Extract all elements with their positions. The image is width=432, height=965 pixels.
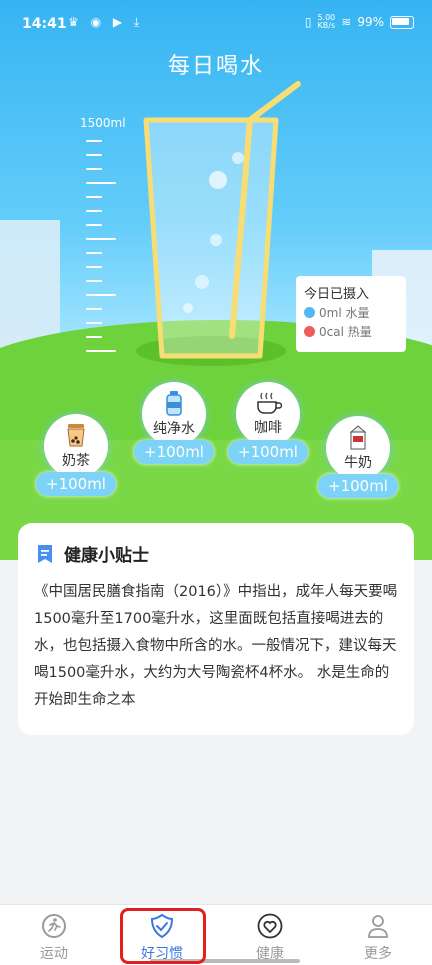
- vibrate-icon: ▯: [304, 15, 312, 29]
- drink-label: 奶茶: [61, 453, 90, 469]
- drink-label: 牛奶: [343, 455, 372, 471]
- intake-summary-card: 今日已摄入 0ml 水量 0cal 热量: [296, 276, 406, 352]
- drink-label: 纯净水: [152, 421, 195, 437]
- active-tab-highlight-box: [120, 908, 206, 964]
- status-bar: 14:41 ♛ ◉ ▶ ⤓ ▯ 5.00 KB/s ≋ 99%: [0, 0, 432, 50]
- add-pure-water-button[interactable]: +100ml: [134, 440, 214, 464]
- tab-health[interactable]: 健康: [230, 913, 310, 963]
- health-tips-card: 健康小贴士 《中国居民膳食指南（2016）》中指出，成年人每天要喝1500毫升至…: [18, 523, 414, 735]
- coffee-icon: [257, 392, 282, 414]
- calorie-dot-icon: [304, 326, 315, 337]
- milk-carton-icon: [349, 425, 367, 450]
- water-bottle-icon: [166, 391, 182, 416]
- tab-label: 运动: [40, 946, 68, 962]
- hero-section: 14:41 ♛ ◉ ▶ ⤓ ▯ 5.00 KB/s ≋ 99% 每日喝水 150…: [0, 0, 432, 560]
- bottom-tab-bar: 运动 好习惯 健康 更多: [0, 904, 432, 965]
- wifi-icon: ≋: [341, 15, 352, 29]
- running-icon: [42, 914, 66, 938]
- add-milk-tea-button[interactable]: +100ml: [36, 472, 116, 496]
- water-intake-value: 0ml 水量: [319, 306, 370, 320]
- net-speed: 5.00 KB/s: [317, 13, 336, 30]
- tab-label: 更多: [364, 946, 392, 962]
- drink-label: 咖啡: [253, 420, 282, 436]
- drink-milk-tea[interactable]: 奶茶 +100ml: [36, 414, 116, 496]
- milk-tea-icon: [67, 424, 85, 447]
- battery-icon: [390, 15, 414, 29]
- add-coffee-button[interactable]: +100ml: [228, 440, 308, 464]
- water-glass-icon: [143, 81, 301, 359]
- person-icon: [368, 915, 388, 938]
- tips-title: 健康小贴士: [64, 546, 149, 566]
- add-milk-button[interactable]: +100ml: [318, 474, 398, 498]
- calorie-intake-value: 0cal 热量: [319, 325, 372, 339]
- drink-pure-water[interactable]: 纯净水 +100ml: [134, 382, 214, 464]
- battery-text: 99%: [357, 15, 384, 29]
- notification-icons: ♛ ◉ ▶ ⤓: [68, 15, 144, 29]
- drink-milk[interactable]: 牛奶 +100ml: [318, 416, 398, 498]
- tips-body: 《中国居民膳食指南（2016）》中指出，成年人每天要喝1500毫升至1700毫升…: [34, 584, 398, 708]
- tab-more[interactable]: 更多: [338, 913, 418, 963]
- tab-sport[interactable]: 运动: [14, 913, 94, 963]
- heart-icon: [257, 913, 283, 939]
- bookmark-icon: [38, 544, 52, 563]
- scale-max-label: 1500ml: [80, 116, 126, 130]
- intake-title: 今日已摄入: [304, 287, 370, 302]
- water-dot-icon: [304, 307, 315, 318]
- drink-coffee[interactable]: 咖啡 +100ml: [228, 382, 308, 464]
- status-time: 14:41: [22, 16, 67, 32]
